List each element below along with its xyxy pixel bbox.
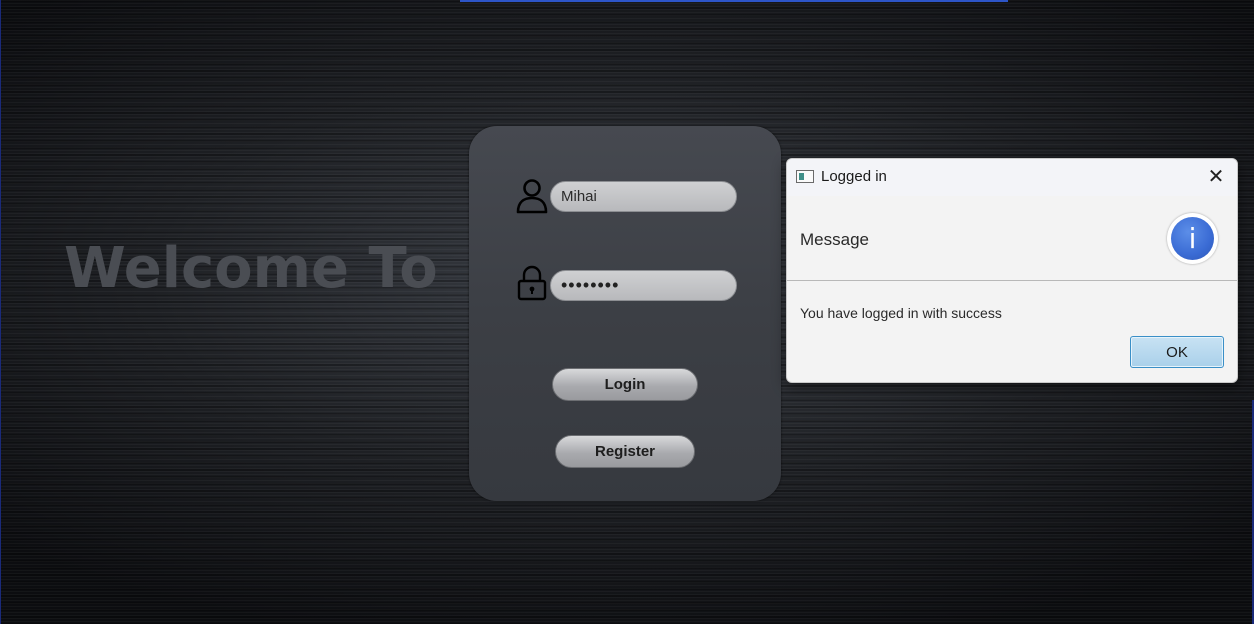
login-button[interactable]: Login	[552, 368, 698, 401]
info-icon: i	[1167, 213, 1218, 264]
dialog-header-text: Message	[800, 230, 869, 249]
window-app-icon	[796, 170, 814, 183]
password-input[interactable]: ••••••••	[550, 270, 737, 301]
dialog-body-text: You have logged in with success	[800, 305, 1002, 321]
username-input[interactable]: Mihai	[550, 181, 737, 212]
logged-in-dialog: Logged in ✕ Message i You have logged in…	[786, 158, 1238, 383]
dialog-title: Logged in	[821, 168, 887, 185]
register-button[interactable]: Register	[555, 435, 695, 468]
app-window: Welcome To Mihai •••••••• Login Register…	[0, 0, 1254, 624]
window-left-edge	[0, 0, 1, 624]
info-icon-glyph: i	[1171, 217, 1214, 260]
ok-button[interactable]: OK	[1130, 336, 1224, 368]
welcome-heading: Welcome To	[64, 236, 438, 301]
lock-icon	[516, 265, 548, 301]
user-icon	[516, 178, 548, 214]
login-card: Mihai •••••••• Login Register	[469, 126, 781, 501]
close-icon[interactable]: ✕	[1205, 166, 1227, 188]
dialog-titlebar[interactable]: Logged in ✕	[787, 159, 1237, 196]
dialog-header: Message i	[787, 196, 1237, 281]
window-top-edge	[460, 0, 1008, 2]
